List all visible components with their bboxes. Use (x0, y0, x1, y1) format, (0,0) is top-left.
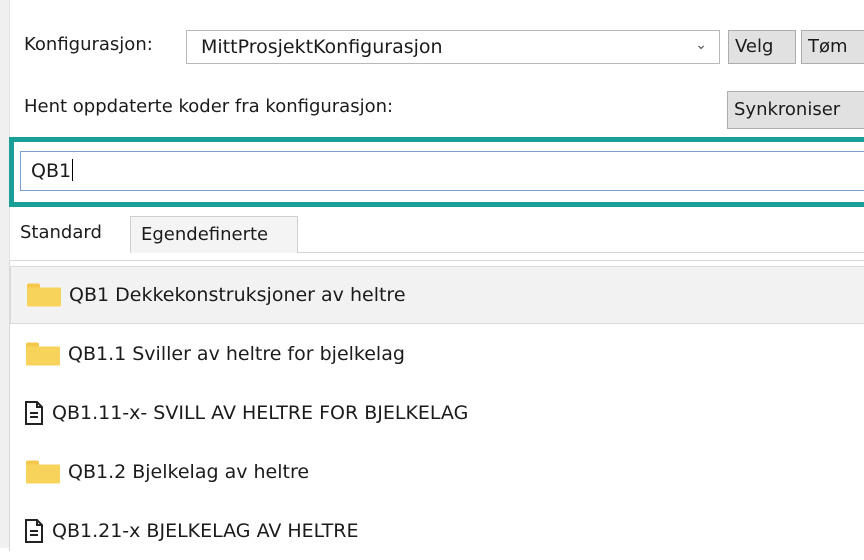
velg-button[interactable]: Velg (728, 30, 796, 64)
search-input-value: QB1 (31, 160, 72, 182)
list-item[interactable]: QB1.2 Bjelkelag av heltre (10, 443, 864, 501)
folder-icon (27, 283, 61, 307)
list-item-label: QB1.11-x- SVILL AV HELTRE FOR BJELKELAG (52, 402, 469, 424)
search-input[interactable]: QB1 (20, 151, 864, 191)
list-item-label: QB1.21-x BJELKELAG AV HELTRE (52, 520, 359, 542)
sync-label: Hent oppdaterte koder fra konfigurasjon: (24, 96, 394, 117)
config-dropdown[interactable]: MittProsjektKonfigurasjon ⌄ (186, 30, 720, 64)
tab-standard[interactable]: Standard (12, 214, 130, 253)
list-item[interactable]: QB1.1 Sviller av heltre for bjelkelag (10, 325, 864, 383)
list-item-label: QB1.2 Bjelkelag av heltre (68, 461, 310, 483)
document-icon (24, 519, 44, 543)
list-item-label: QB1 Dekkekonstruksjoner av heltre (69, 284, 406, 306)
list-item-label: QB1.1 Sviller av heltre for bjelkelag (68, 343, 405, 365)
list-item[interactable]: QB1 Dekkekonstruksjoner av heltre (10, 266, 864, 324)
folder-icon (26, 342, 60, 366)
search-focus-frame: QB1 (9, 137, 864, 207)
chevron-down-icon: ⌄ (695, 37, 707, 53)
synkroniser-button[interactable]: Synkroniser (727, 91, 864, 129)
tom-button[interactable]: Tøm (801, 30, 864, 64)
document-icon (24, 401, 44, 425)
config-label: Konfigurasjon: (24, 34, 153, 55)
tab-egendefinerte[interactable]: Egendefinerte (130, 216, 298, 253)
config-dropdown-value: MittProsjektKonfigurasjon (201, 36, 443, 58)
list-item[interactable]: QB1.21-x BJELKELAG AV HELTRE (10, 502, 864, 560)
list-item[interactable]: QB1.11-x- SVILL AV HELTRE FOR BJELKELAG (10, 384, 864, 442)
folder-icon (26, 460, 60, 484)
text-caret (72, 159, 74, 181)
